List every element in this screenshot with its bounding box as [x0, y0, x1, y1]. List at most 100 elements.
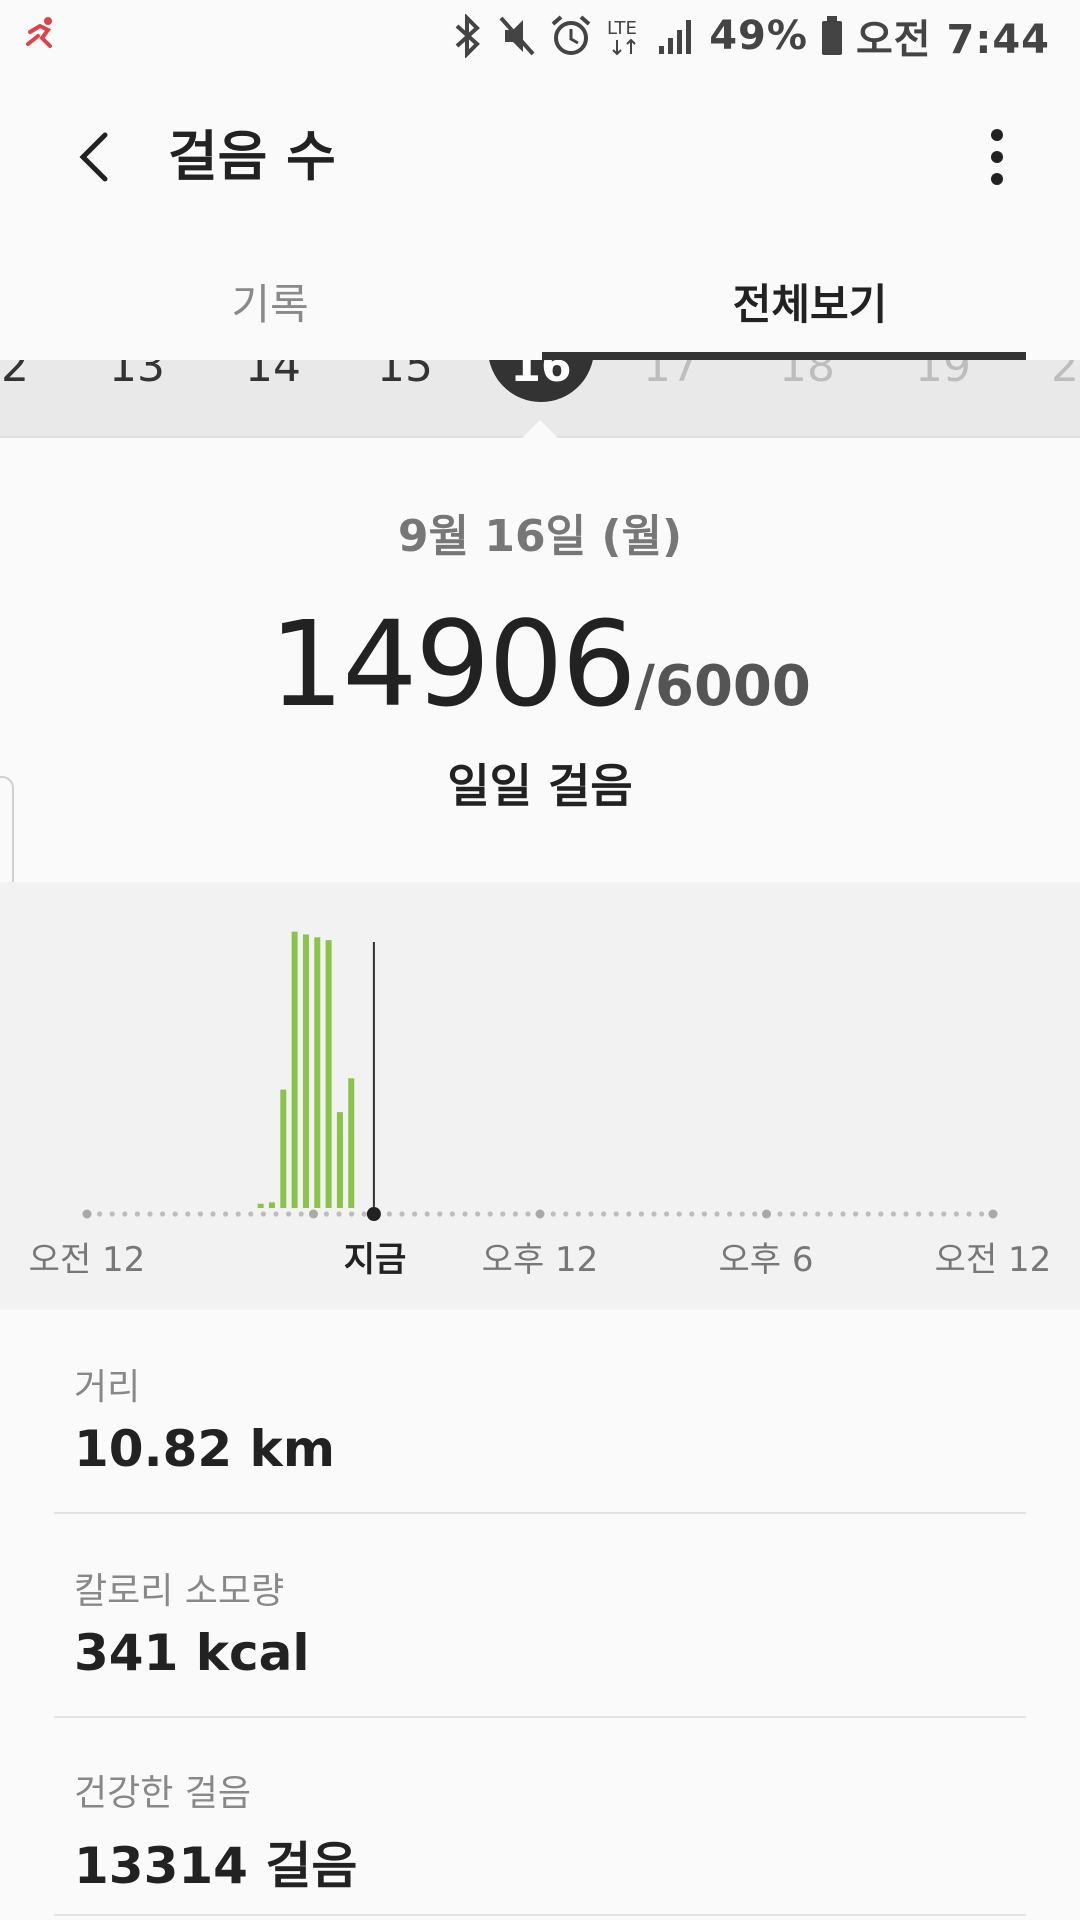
axis-dot [399, 1211, 405, 1217]
steps-summary: 14906/6000 [0, 595, 1080, 733]
axis-dot [601, 1211, 607, 1217]
day-item[interactable]: 19 [888, 360, 998, 406]
axis-label-midnight: 오전 12 [28, 1240, 146, 1280]
divider [54, 1512, 1026, 1514]
chart-bar [280, 1089, 287, 1208]
status-bar: LTE 49% 오전 7:44 [0, 0, 1080, 72]
stat-healthy-steps: 건강한 걸음 13314 걸음 [74, 1764, 1024, 1898]
mute-icon [497, 14, 537, 58]
axis-dot [588, 1211, 594, 1217]
axis-dot [613, 1211, 619, 1217]
axis-dot [462, 1211, 468, 1217]
axis-dot [979, 1211, 985, 1217]
axis-dot [853, 1211, 859, 1217]
selected-day[interactable]: 16 [488, 360, 594, 402]
axis-dot [752, 1211, 758, 1217]
day-item[interactable]: 18 [752, 360, 862, 406]
axis-dot [903, 1211, 909, 1217]
axis-dot [890, 1211, 897, 1217]
stat-calories: 칼로리 소모량 341 kcal [74, 1562, 1024, 1682]
chart-bar [302, 934, 309, 1208]
date-label: 9월 16일 (월) [397, 511, 683, 562]
axis-dot [777, 1211, 783, 1217]
day-item[interactable]: 17 [616, 360, 726, 406]
axis-label-noon: 오후 12 [481, 1240, 599, 1280]
axis-dot [386, 1211, 392, 1217]
axis-dot [500, 1211, 506, 1217]
day-item[interactable]: 13 [82, 360, 192, 406]
stat-label: 칼로리 소모량 [74, 1571, 285, 1612]
stat-label: 거리 [74, 1367, 141, 1408]
running-app-icon [22, 14, 62, 54]
axis-dot [475, 1211, 481, 1217]
chart-bar [268, 1202, 275, 1208]
axis-dot [689, 1211, 695, 1217]
axis-dot [197, 1211, 203, 1217]
clock: 오전 7:44 [855, 17, 1050, 63]
axis-dot [550, 1211, 556, 1217]
battery-percent: 49% [709, 13, 808, 59]
axis-dot [815, 1211, 821, 1217]
axis-dot [802, 1211, 808, 1217]
chart-bar [257, 1203, 264, 1208]
more-options-button[interactable] [962, 122, 1032, 192]
axis-label-midnight-end: 오전 12 [934, 1240, 1052, 1280]
axis-dot [449, 1211, 455, 1217]
axis-dot [286, 1211, 292, 1217]
axis-dot [739, 1211, 745, 1217]
axis-dot [941, 1211, 947, 1217]
day-item[interactable]: 15 [350, 360, 460, 406]
axis-dot [966, 1211, 972, 1217]
axis-dot [575, 1211, 582, 1217]
divider [54, 1914, 1026, 1916]
axis-dot [638, 1211, 645, 1217]
axis-dot [953, 1211, 960, 1217]
axis-dot [676, 1211, 682, 1217]
page-title: 걸음 수 [168, 125, 336, 188]
axis-dot [714, 1211, 720, 1217]
back-arrow-icon [79, 132, 108, 182]
stat-label: 건강한 걸음 [74, 1773, 252, 1814]
axis-dot [412, 1211, 418, 1217]
axis-dot [840, 1211, 846, 1217]
chart-bar [314, 937, 321, 1208]
axis-dot [727, 1211, 733, 1217]
divider [54, 1716, 1026, 1718]
stat-value: 13314 걸음 [74, 1837, 358, 1895]
lte-icon: LTE [605, 14, 645, 58]
axis-dot [525, 1211, 531, 1217]
day-item[interactable]: 2 [1010, 360, 1080, 406]
axis-dot [336, 1211, 342, 1217]
axis-label-6pm: 오후 6 [718, 1240, 814, 1280]
day-pointer [520, 420, 560, 440]
axis-dot [626, 1211, 632, 1217]
axis-dot [651, 1211, 657, 1217]
axis-tick [309, 1209, 318, 1219]
back-button[interactable] [60, 122, 130, 192]
axis-dot [701, 1211, 708, 1217]
axis-dot [865, 1211, 871, 1217]
bluetooth-icon [451, 14, 485, 58]
now-marker [366, 1207, 381, 1221]
battery-icon [820, 14, 844, 58]
axis-dot [437, 1211, 443, 1217]
tab-indicator [542, 352, 1026, 360]
svg-text:LTE: LTE [607, 18, 637, 39]
axis-dot [248, 1211, 254, 1217]
tab-overview[interactable]: 전체보기 [540, 242, 1080, 360]
axis-dot [827, 1211, 834, 1217]
stat-value: 10.82 km [74, 1420, 335, 1478]
axis-dot [109, 1211, 115, 1217]
chart-bar [348, 1078, 355, 1208]
day-item[interactable]: 2 [0, 360, 70, 406]
chart-bar [291, 931, 298, 1208]
tab-history[interactable]: 기록 [0, 242, 540, 360]
more-vertical-icon [991, 129, 1003, 185]
stat-distance: 거리 10.82 km [74, 1358, 1024, 1478]
axis-dot [172, 1211, 178, 1217]
axis-dot [122, 1211, 128, 1217]
axis-dot [487, 1211, 493, 1217]
axis-label-now: 지금 [343, 1240, 407, 1280]
day-item[interactable]: 14 [218, 360, 328, 406]
axis-dot [349, 1211, 355, 1217]
